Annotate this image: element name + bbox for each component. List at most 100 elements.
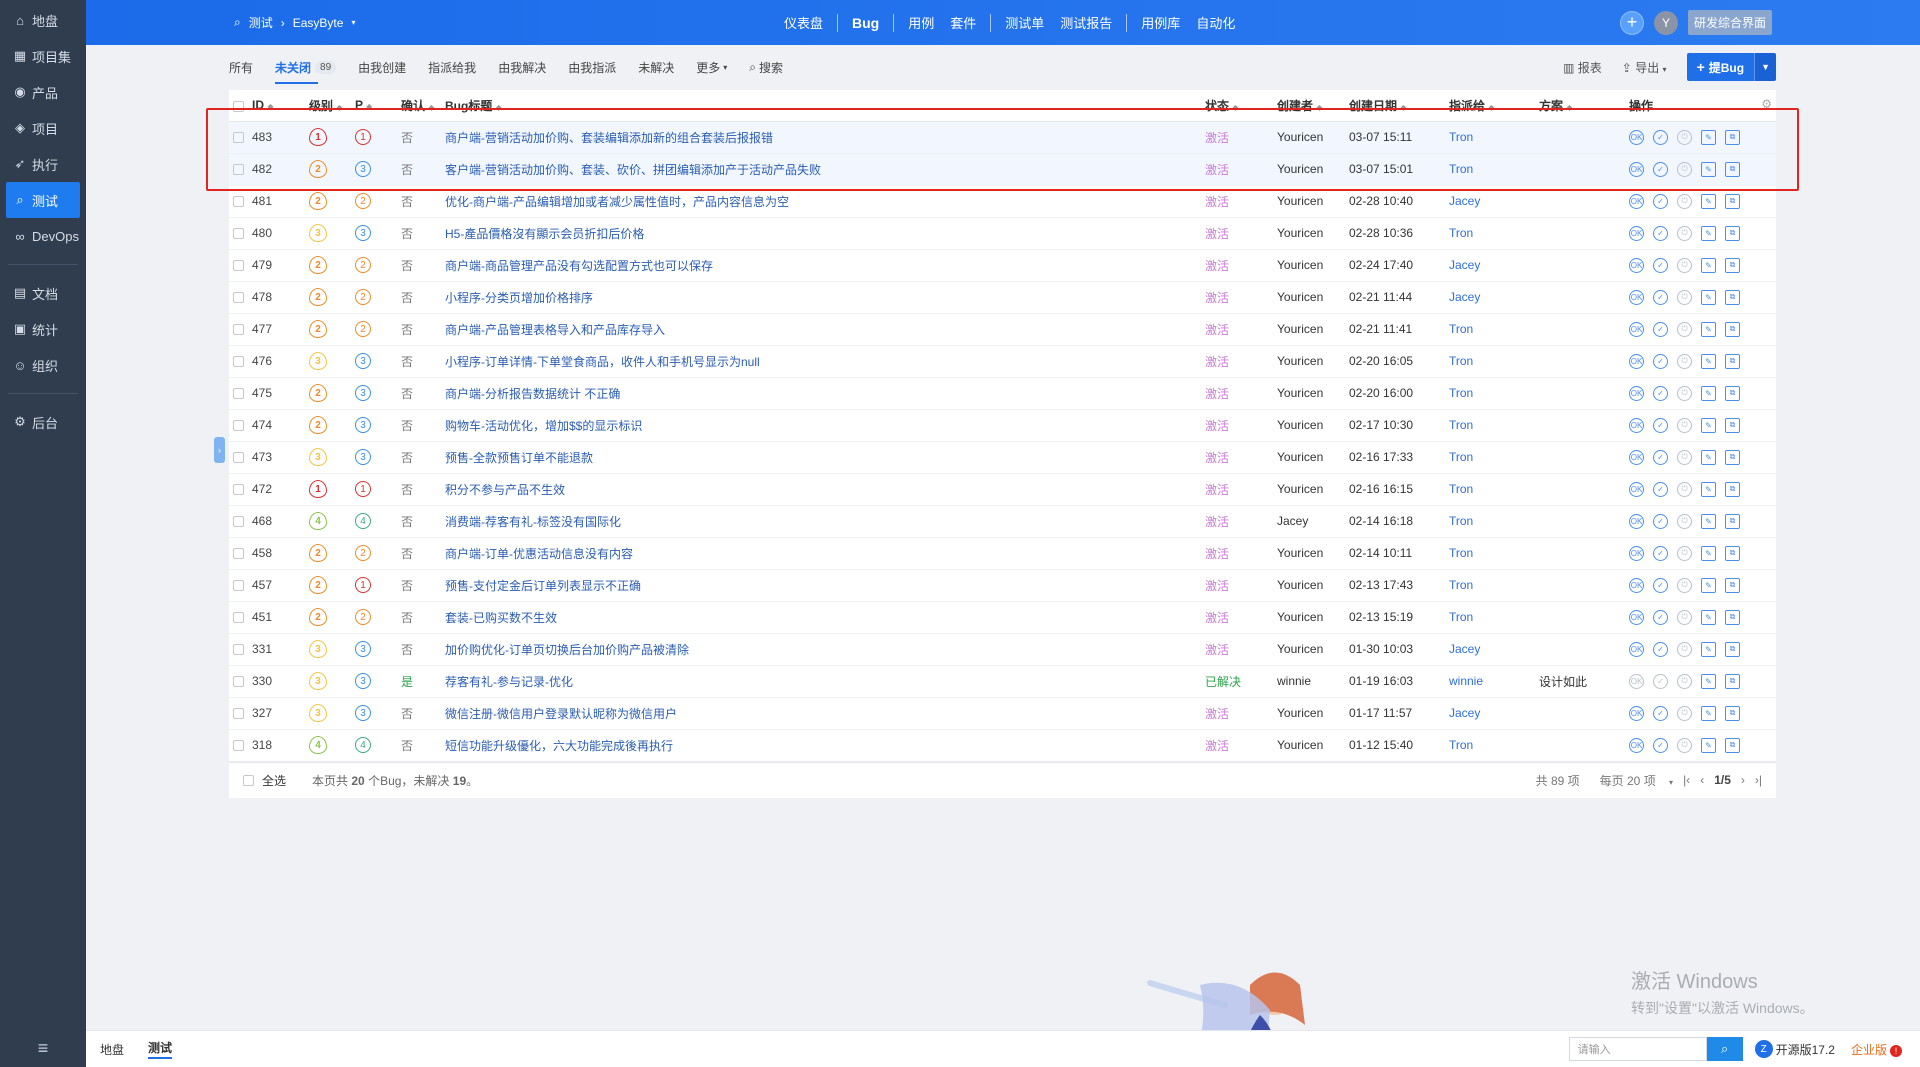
close-bug-icon[interactable]: ⏻: [1677, 129, 1692, 145]
close-bug-icon[interactable]: ⏻: [1677, 289, 1692, 305]
table-row[interactable]: 331 3 3 否 加价购优化-订单页切换后台加价购产品被清除 激活 Youri…: [229, 633, 1776, 666]
bug-title-link[interactable]: 短信功能升级優化，六大功能完成後再执行: [445, 739, 673, 753]
bug-id[interactable]: 473: [252, 450, 272, 464]
copy-icon[interactable]: ⧉: [1725, 737, 1740, 753]
confirm-bug-icon[interactable]: OK: [1629, 449, 1644, 465]
edit-icon[interactable]: ✎: [1701, 737, 1716, 753]
table-row[interactable]: 479 2 2 否 商户端-商品管理产品没有勾选配置方式也可以保存 激活 You…: [229, 249, 1776, 282]
row-checkbox[interactable]: [233, 356, 244, 368]
row-checkbox[interactable]: [233, 484, 244, 496]
copy-icon[interactable]: ⧉: [1725, 513, 1740, 529]
resolve-bug-icon[interactable]: ✓: [1653, 289, 1668, 305]
version-info[interactable]: Z 开源版17.2: [1754, 1040, 1835, 1058]
copy-icon[interactable]: ⧉: [1725, 481, 1740, 497]
edit-icon[interactable]: ✎: [1701, 673, 1716, 689]
bug-id[interactable]: 468: [252, 514, 272, 528]
resolve-bug-icon[interactable]: ✓: [1653, 417, 1668, 433]
table-row[interactable]: 458 2 2 否 商户端-订单-优惠活动信息没有内容 激活 Youricen …: [229, 537, 1776, 570]
table-row[interactable]: 318 4 4 否 短信功能升级優化，六大功能完成後再执行 激活 Yourice…: [229, 729, 1776, 762]
edit-icon[interactable]: ✎: [1701, 385, 1716, 401]
close-bug-icon[interactable]: ⏻: [1677, 577, 1692, 593]
sort-icon[interactable]: ◆: [428, 103, 434, 112]
first-page-icon[interactable]: |‹: [1683, 773, 1690, 787]
close-bug-icon[interactable]: ⏻: [1677, 321, 1692, 337]
confirm-bug-icon[interactable]: OK: [1629, 737, 1644, 753]
bug-id[interactable]: 327: [252, 706, 272, 720]
filter-tab-0[interactable]: 所有: [229, 45, 253, 90]
column-header-5[interactable]: 状态 ◆: [1201, 90, 1273, 122]
bug-title-link[interactable]: 微信注册-微信用户登录默认昵称为微信用户: [445, 707, 677, 721]
edit-icon[interactable]: ✎: [1701, 257, 1716, 273]
row-checkbox[interactable]: [233, 420, 244, 432]
resolve-bug-icon[interactable]: ✓: [1653, 353, 1668, 369]
column-header-0[interactable]: ID ◆: [229, 90, 305, 122]
footer-search-button[interactable]: ⌕: [1706, 1037, 1743, 1061]
bug-title-link[interactable]: 积分不参与产品不生效: [445, 483, 565, 497]
assignee-link[interactable]: Tron: [1449, 738, 1473, 752]
edit-icon[interactable]: ✎: [1701, 705, 1716, 721]
column-header-10[interactable]: 操作 ⚙: [1625, 90, 1776, 122]
table-row[interactable]: 478 2 2 否 小程序-分类页增加价格排序 激活 Youricen 02-2…: [229, 281, 1776, 314]
bug-id[interactable]: 480: [252, 226, 272, 240]
row-checkbox[interactable]: [233, 548, 244, 560]
report-button[interactable]: ▥ 报表: [1563, 59, 1602, 76]
edit-icon[interactable]: ✎: [1701, 481, 1716, 497]
column-settings-icon[interactable]: ⚙: [1761, 97, 1772, 111]
nav-tab-6[interactable]: 用例库: [1133, 13, 1188, 32]
bug-title-link[interactable]: 商户端-分析报告数据统计 不正确: [445, 387, 620, 401]
bug-id[interactable]: 330: [252, 674, 272, 688]
copy-icon[interactable]: ⧉: [1725, 385, 1740, 401]
copy-icon[interactable]: ⧉: [1725, 449, 1740, 465]
confirm-bug-icon[interactable]: OK: [1629, 545, 1644, 561]
assignee-link[interactable]: Tron: [1449, 514, 1473, 528]
table-row[interactable]: 330 3 3 是 荐客有礼-参与记录-优化 已解决 winnie 01-19 …: [229, 665, 1776, 698]
resolve-bug-icon[interactable]: ✓: [1653, 577, 1668, 593]
row-checkbox[interactable]: [233, 164, 244, 176]
sort-icon[interactable]: ◆: [336, 103, 342, 112]
copy-icon[interactable]: ⧉: [1725, 641, 1740, 657]
copy-icon[interactable]: ⧉: [1725, 417, 1740, 433]
resolve-bug-icon[interactable]: ✓: [1653, 321, 1668, 337]
resolve-bug-icon[interactable]: ✓: [1653, 129, 1668, 145]
confirm-bug-icon[interactable]: OK: [1629, 321, 1644, 337]
confirm-bug-icon[interactable]: OK: [1629, 385, 1644, 401]
confirm-bug-icon[interactable]: OK: [1629, 673, 1644, 689]
chevron-down-icon[interactable]: ▾: [351, 18, 355, 27]
nav-tab-3[interactable]: 套件: [942, 13, 984, 32]
column-header-6[interactable]: 创建者 ◆: [1273, 90, 1345, 122]
bug-id[interactable]: 472: [252, 482, 272, 496]
bug-title-link[interactable]: 优化-商户端-产品编辑增加或者减少属性值时，产品内容信息为空: [445, 195, 789, 209]
row-checkbox[interactable]: [233, 644, 244, 656]
row-checkbox[interactable]: [233, 260, 244, 272]
assignee-link[interactable]: Tron: [1449, 322, 1473, 336]
filter-tab-2[interactable]: 由我创建: [358, 45, 406, 90]
resolve-bug-icon[interactable]: ✓: [1653, 481, 1668, 497]
search-toggle[interactable]: ⌕ 搜索: [749, 45, 783, 90]
bug-id[interactable]: 483: [252, 130, 272, 144]
create-plus-button[interactable]: +: [1619, 10, 1644, 35]
sidebar-item-3[interactable]: ◈ 项目: [0, 110, 86, 146]
sort-icon[interactable]: ◆: [1488, 103, 1494, 112]
table-row[interactable]: 472 1 1 否 积分不参与产品不生效 激活 Youricen 02-16 1…: [229, 473, 1776, 506]
menu-toggle-icon[interactable]: ≡: [0, 1038, 86, 1059]
row-checkbox[interactable]: [233, 452, 244, 464]
sort-icon[interactable]: ◆: [1232, 103, 1238, 112]
edit-icon[interactable]: ✎: [1701, 289, 1716, 305]
copy-icon[interactable]: ⧉: [1725, 321, 1740, 337]
assignee-link[interactable]: Tron: [1449, 226, 1473, 240]
close-bug-icon[interactable]: ⏻: [1677, 609, 1692, 625]
confirm-bug-icon[interactable]: OK: [1629, 257, 1644, 273]
copy-icon[interactable]: ⧉: [1725, 353, 1740, 369]
resolve-bug-icon[interactable]: ✓: [1653, 385, 1668, 401]
bug-id[interactable]: 451: [252, 610, 272, 624]
sidebar-item-4[interactable]: ➶ 执行: [0, 146, 86, 182]
sidebar-item-7[interactable]: ▤ 文档: [0, 275, 86, 311]
row-checkbox[interactable]: [233, 292, 244, 304]
row-checkbox[interactable]: [233, 228, 244, 240]
bug-id[interactable]: 482: [252, 162, 272, 176]
copy-icon[interactable]: ⧉: [1725, 673, 1740, 689]
bug-title-link[interactable]: 商户端-商品管理产品没有勾选配置方式也可以保存: [445, 259, 713, 273]
copy-icon[interactable]: ⧉: [1725, 545, 1740, 561]
table-row[interactable]: 451 2 2 否 套装-已购买数不生效 激活 Youricen 02-13 1…: [229, 601, 1776, 634]
confirm-bug-icon[interactable]: OK: [1629, 353, 1644, 369]
